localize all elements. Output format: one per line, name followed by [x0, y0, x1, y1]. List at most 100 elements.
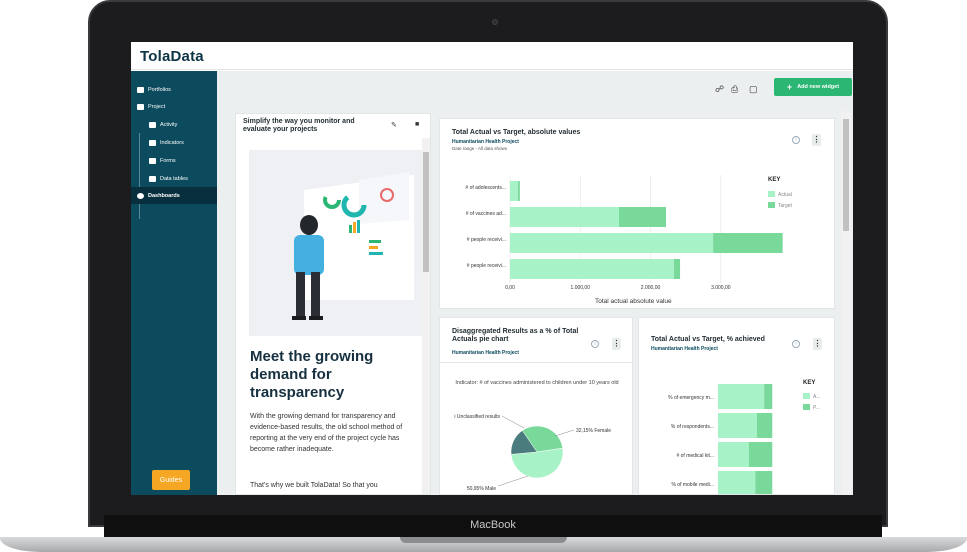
plus-icon: +	[786, 82, 793, 92]
legend-swatch	[768, 191, 775, 197]
app-logo[interactable]: TolaData	[140, 48, 204, 65]
briefcase-icon	[137, 86, 144, 93]
bar-actual	[718, 442, 749, 467]
category-label: # people receivi...	[467, 263, 506, 269]
x-tick-label: 1.000,00	[571, 285, 591, 291]
bar-target	[764, 384, 773, 409]
sidebar-item-label: Dashboards	[148, 192, 180, 199]
legend-label: P...	[813, 405, 820, 411]
share-icon[interactable]: ☍	[715, 84, 724, 95]
legend-swatch	[803, 404, 810, 410]
legend-label: A...	[813, 394, 821, 400]
percent-bar-chart: % of emergency m... % of respondents... # …	[668, 384, 821, 494]
grid-icon	[137, 103, 144, 110]
sidebar-item-label: Data tables	[160, 175, 188, 182]
category-label: # of vaccines ad...	[466, 211, 506, 217]
pie-leader-line	[497, 475, 529, 487]
guides-button[interactable]: Guides	[152, 470, 190, 490]
top-bar: TolaData	[131, 42, 853, 70]
bar-target	[756, 413, 773, 438]
app-screen: TolaData Portfolios Project Activity Ind…	[131, 42, 853, 495]
sidebar-item-label: Project	[148, 103, 166, 110]
bar-actual	[510, 259, 674, 279]
legend-label: Target	[778, 203, 793, 209]
macbook-mockup: MacBook TolaData Portfolios Project Acti…	[0, 0, 967, 552]
bar-actual	[510, 207, 619, 227]
legend-swatch	[768, 202, 775, 208]
x-tick-label: 0,00	[505, 285, 515, 291]
sidebar-item-label: Forms	[160, 157, 176, 164]
bar-actual	[718, 384, 765, 409]
pie-leader-line	[554, 429, 575, 437]
category-label: # people receivi...	[467, 237, 506, 243]
list-icon	[149, 121, 156, 128]
device-label: MacBook	[470, 519, 516, 531]
sidebar-item-project[interactable]: Project	[131, 98, 217, 115]
bar-actual	[718, 413, 757, 438]
sidebar-item-label: Activity	[160, 121, 178, 128]
promo-scrollbar[interactable]	[422, 138, 430, 494]
trash-icon[interactable]: ▢	[749, 84, 758, 95]
main-scroll-thumb[interactable]	[843, 119, 849, 231]
sidebar-item-activity[interactable]: Activity	[131, 116, 217, 133]
delete-icon[interactable]: ■	[415, 121, 419, 128]
category-label: % of respondents...	[671, 424, 714, 430]
bar-chart-icon	[149, 139, 156, 146]
form-icon	[149, 157, 156, 164]
main-scrollbar[interactable]	[841, 111, 851, 495]
sidebar-item-label: Indicators	[160, 139, 184, 146]
bar-actual	[718, 471, 756, 494]
dashboard-icon	[137, 192, 144, 199]
promo-heading: Meet the growing demand for transparency	[250, 348, 374, 401]
add-widget-button[interactable]: + Add new widget	[774, 78, 852, 96]
bar-target	[748, 442, 773, 467]
bar-actual	[510, 181, 518, 201]
category-label: # of medical kit...	[676, 453, 714, 459]
sidebar-item-indicators[interactable]: Indicators	[131, 134, 217, 151]
widget-pie-chart: Disaggregated Results as a % of Total Ac…	[439, 317, 633, 495]
sidebar-item-data-tables[interactable]: Data tables	[131, 170, 217, 187]
bar-actual	[510, 233, 714, 253]
x-axis-label: Total actual absolute value	[595, 298, 672, 305]
sidebar-item-dashboards[interactable]: Dashboards	[131, 187, 217, 204]
laptop-notch	[400, 537, 567, 543]
table-icon	[149, 175, 156, 182]
sidebar-item-portfolios[interactable]: Portfolios	[131, 81, 217, 98]
category-label: # of adolescents...	[465, 185, 506, 191]
promo-card: Simplify the way you monitor and evaluat…	[235, 113, 431, 495]
bar-target	[673, 259, 681, 279]
promo-card-title: Simplify the way you monitor and evaluat…	[243, 118, 355, 133]
sidebar-item-forms[interactable]: Forms	[131, 152, 217, 169]
absolute-bar-chart: 0,00 1.000,00 2.000,00 3.000,00 # of adolesc…	[465, 175, 793, 291]
camera-icon	[492, 19, 498, 25]
promo-body: With the growing demand for transparency…	[250, 413, 403, 453]
legend-swatch	[803, 393, 810, 399]
analyst-illustration	[292, 172, 414, 320]
bar-target	[755, 471, 773, 494]
print-icon[interactable]: ⎙	[731, 84, 738, 95]
pie-leader-line	[501, 415, 525, 429]
edit-icon[interactable]: ✎	[391, 121, 397, 129]
dashboard-main: ☍ ⎙ ▢ + Add new widget Simplify the way …	[217, 71, 853, 495]
pie-label: 32,15% Female	[576, 428, 611, 434]
bar-target	[618, 207, 666, 227]
x-tick-label: 2.000,00	[641, 285, 661, 291]
bar-target	[517, 181, 520, 201]
widget-percent-achieved: Total Actual vs Target, % achieved Human…	[638, 317, 835, 495]
pie-chart: 32,15% Female 50,95% Male i Unclassified r…	[454, 414, 611, 492]
sidebar: Portfolios Project Activity Indicators F…	[131, 71, 217, 495]
illustration	[249, 150, 423, 336]
add-widget-label: Add new widget	[797, 84, 840, 90]
pie-label: i Unclassified results	[454, 414, 500, 420]
sidebar-item-label: Portfolios	[148, 86, 171, 93]
promo-more: That's why we built TolaData! So that yo…	[250, 482, 378, 489]
category-label: % of mobile medi...	[671, 482, 714, 488]
category-label: % of emergency m...	[668, 395, 714, 401]
pie-label: 50,95% Male	[467, 486, 496, 492]
promo-scroll-thumb[interactable]	[423, 152, 429, 272]
x-tick-label: 3.000,00	[711, 285, 731, 291]
laptop-chin: MacBook	[104, 515, 882, 537]
widget-absolute-values: Total Actual vs Target, absolute values …	[439, 118, 835, 309]
bar-target	[713, 233, 783, 253]
legend-label: Actual	[778, 192, 792, 198]
